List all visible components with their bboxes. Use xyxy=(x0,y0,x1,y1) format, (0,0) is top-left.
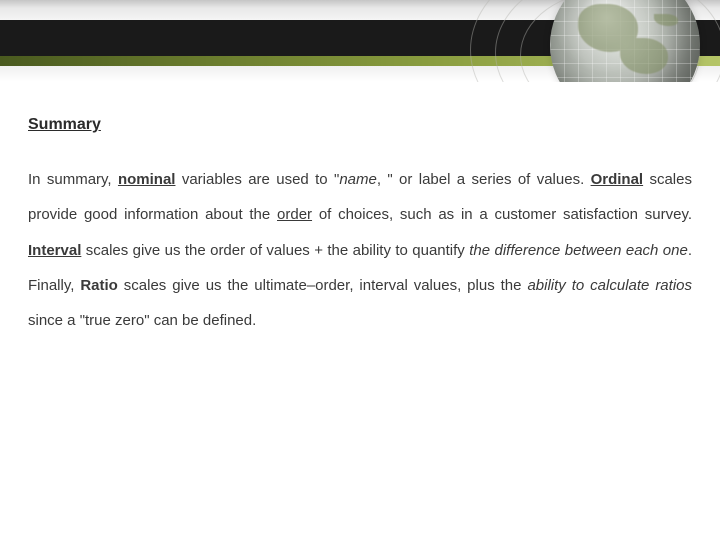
text: of choices, such as in a customer satisf… xyxy=(312,206,692,223)
summary-paragraph: In summary, nominal variables are used t… xyxy=(28,162,692,338)
emph-order: order xyxy=(277,206,312,223)
term-nominal: nominal xyxy=(118,171,176,188)
emph-ability: ability to calculate ratios xyxy=(527,277,692,294)
section-heading: Summary xyxy=(28,116,692,134)
term-ordinal: Ordinal xyxy=(591,171,644,188)
text: variables are used to " xyxy=(175,171,339,188)
term-interval: Interval xyxy=(28,242,81,259)
text: since a "true zero" can be defined. xyxy=(28,312,256,329)
slide-content: Summary In summary, nominal variables ar… xyxy=(0,82,720,338)
text: , " or label a series of values. xyxy=(377,171,591,188)
emph-name: name xyxy=(339,171,377,188)
emph-difference: the difference between each one xyxy=(469,242,688,259)
text: scales give us the ultimate–order, inter… xyxy=(118,277,528,294)
globe-icon xyxy=(550,0,700,82)
text: In summary, xyxy=(28,171,118,188)
text: scales give us the order of values + the… xyxy=(81,242,469,259)
term-ratio: Ratio xyxy=(80,277,118,294)
slide-header-band xyxy=(0,0,720,82)
